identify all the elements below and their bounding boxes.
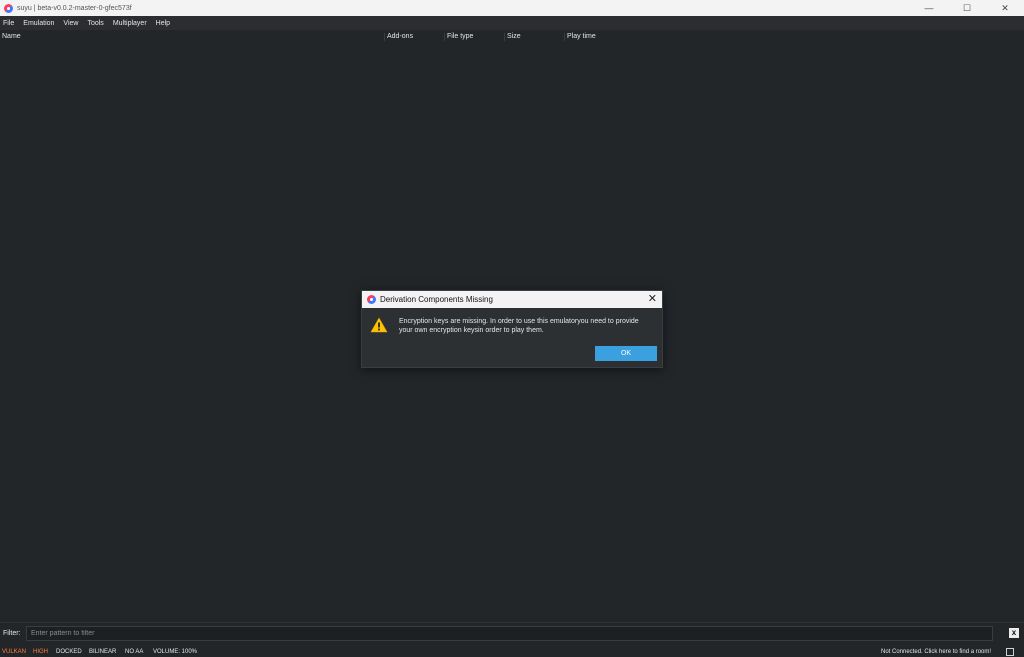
close-window-button[interactable]: ✕: [986, 0, 1024, 16]
column-file-type[interactable]: File type: [445, 30, 504, 44]
filter-label: Filter:: [3, 630, 21, 637]
game-list-header: Name Add-ons File type Size Play time: [0, 30, 1024, 44]
minimize-button[interactable]: —: [910, 0, 948, 16]
menu-file[interactable]: File: [3, 20, 14, 27]
dialog-close-button[interactable]: ✕: [648, 293, 657, 305]
maximize-button[interactable]: ☐: [948, 0, 986, 16]
menu-view[interactable]: View: [63, 20, 78, 27]
window-controls: — ☐ ✕: [910, 0, 1024, 16]
filter-bar: Filter: x: [0, 622, 1024, 644]
status-renderer[interactable]: VULKAN: [2, 649, 26, 655]
dialog-title: Derivation Components Missing: [380, 295, 493, 304]
suyu-logo-icon: [4, 3, 13, 13]
menu-help[interactable]: Help: [156, 20, 170, 27]
column-add-ons[interactable]: Add-ons: [385, 30, 444, 44]
dialog-title-bar: Derivation Components Missing ✕: [362, 291, 662, 308]
warning-icon: [370, 317, 388, 333]
status-anti-aliasing[interactable]: NO AA: [125, 649, 143, 655]
title-bar: suyu | beta-v0.0.2-master-0-gfec573f — ☐…: [0, 0, 1024, 16]
status-accuracy[interactable]: HIGH: [33, 649, 48, 655]
menu-bar: File Emulation View Tools Multiplayer He…: [0, 16, 1024, 30]
status-dock-mode[interactable]: DOCKED: [56, 649, 82, 655]
ok-button[interactable]: OK: [595, 346, 657, 361]
status-volume[interactable]: VOLUME: 100%: [153, 649, 197, 655]
status-bar: VULKAN HIGH DOCKED BILINEAR NO AA VOLUME…: [0, 647, 1024, 657]
menu-emulation[interactable]: Emulation: [23, 20, 54, 27]
network-room-icon[interactable]: [1006, 648, 1014, 656]
menu-tools[interactable]: Tools: [87, 20, 103, 27]
filter-input[interactable]: [26, 626, 993, 641]
dialog-message-line: your own encryption keysin order to play…: [399, 327, 544, 334]
menu-multiplayer[interactable]: Multiplayer: [113, 20, 147, 27]
column-size[interactable]: Size: [505, 30, 564, 44]
missing-keys-dialog: Derivation Components Missing ✕ Encrypti…: [361, 290, 663, 368]
status-scaling-filter[interactable]: BILINEAR: [89, 649, 116, 655]
clear-filter-button[interactable]: x: [1009, 628, 1019, 638]
suyu-logo-icon: [367, 295, 376, 304]
column-play-time[interactable]: Play time: [565, 30, 665, 44]
window-title: suyu | beta-v0.0.2-master-0-gfec573f: [17, 4, 132, 12]
dialog-message: Encryption keys are missing. In order to…: [399, 317, 657, 335]
column-name[interactable]: Name: [0, 30, 384, 44]
dialog-message-line: Encryption keys are missing. In order to…: [399, 318, 639, 325]
status-network[interactable]: Not Connected. Click here to find a room…: [881, 649, 991, 655]
